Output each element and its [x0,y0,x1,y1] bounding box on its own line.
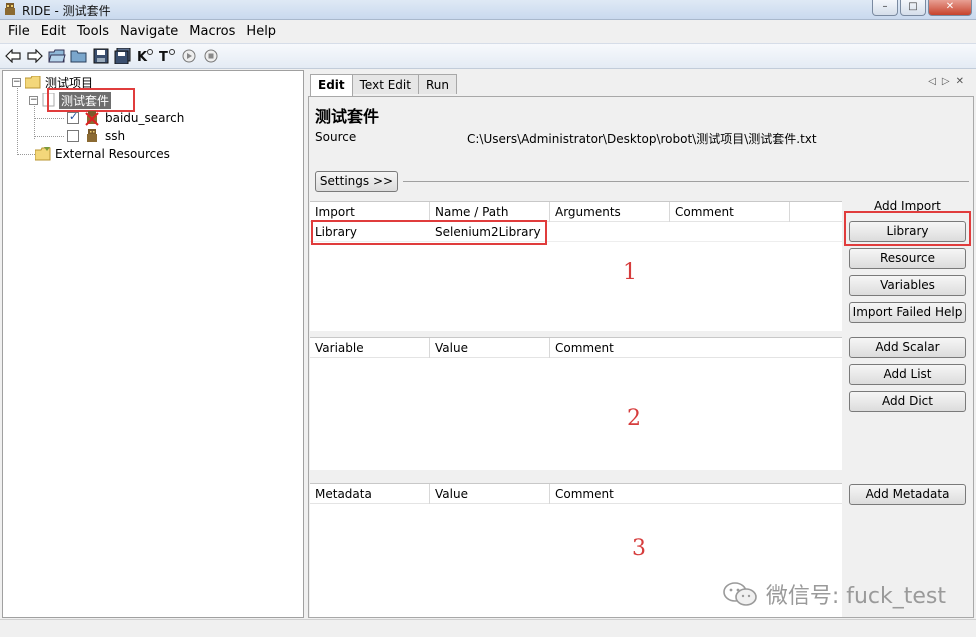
wechat-icon [723,582,757,606]
import-failed-help-button[interactable]: Import Failed Help [849,302,966,323]
column-header: Import [315,205,355,219]
variable-grid: Variable Value Comment 2 [310,337,842,470]
settings-button[interactable]: Settings >> [315,171,398,192]
svg-text:T: T [159,50,168,64]
menu-help[interactable]: Help [246,24,276,39]
column-header: Comment [555,341,614,355]
robot-icon [87,129,97,142]
project-tree: − 测试项目 − 测试套件 baidu_search ssh External … [2,70,304,618]
tree-item-label: baidu_search [105,111,185,125]
source-label: Source [315,130,357,144]
add-metadata-button[interactable]: Add Metadata [849,484,966,505]
watermark-text: 微信号: fuck_test [765,584,946,609]
import-grid-header: Import Name / Path Arguments Comment [310,202,842,222]
run-icon[interactable] [179,46,199,66]
save-all-icon[interactable] [113,46,133,66]
menu-edit[interactable]: Edit [41,24,66,39]
variable-grid-header: Variable Value Comment [310,338,842,358]
tree-item-label: External Resources [55,147,170,161]
toolbar: K T [0,43,976,69]
metadata-grid-header: Metadata Value Comment [310,484,842,504]
tree-item-external-resources[interactable]: External Resources [35,145,170,163]
tab-next-icon[interactable]: ▷ [942,76,956,87]
highlight-library-button-box [844,211,971,246]
failed-robot-icon [85,111,99,126]
back-icon[interactable] [3,46,23,66]
tab-edit[interactable]: Edit [310,74,353,96]
resource-button[interactable]: Resource [849,248,966,269]
annotation-number: 2 [627,406,641,431]
search-test-icon[interactable]: T [157,46,177,66]
column-header: Arguments [555,205,621,219]
collapse-toggle[interactable]: − [29,95,38,105]
add-list-button[interactable]: Add List [849,364,966,385]
tree-item-test[interactable]: baidu_search [67,109,184,127]
import-grid: Import Name / Path Arguments Comment Lib… [310,201,842,331]
annotation-number: 1 [623,260,637,285]
menu-tools[interactable]: Tools [77,24,109,39]
add-scalar-button[interactable]: Add Scalar [849,337,966,358]
forward-icon[interactable] [25,46,45,66]
menu-file[interactable]: File [8,24,30,39]
column-header: Comment [675,205,734,219]
stop-icon[interactable] [201,46,221,66]
status-bar [0,619,976,637]
collapse-toggle[interactable]: − [12,77,21,87]
minimize-button[interactable]: – [872,0,898,16]
tab-text-edit[interactable]: Text Edit [351,74,419,94]
column-header: Value [435,487,468,501]
editor-body: 测试套件 Source C:\Users\Administrator\Deskt… [308,96,974,618]
window-title: RIDE - 测试套件 [22,4,111,18]
highlight-import-row-box [311,220,547,245]
open-icon[interactable] [47,46,67,66]
test-checkbox[interactable] [67,130,79,142]
tab-navigation[interactable]: ◁▷✕ [928,76,970,87]
add-dict-button[interactable]: Add Dict [849,391,966,412]
title-bar: RIDE - 测试套件 – □ ✕ [0,0,976,20]
search-keyword-icon[interactable]: K [135,46,155,66]
column-header: Metadata [315,487,372,501]
save-icon[interactable] [91,46,111,66]
editor-tabs: Edit Text Edit Run [310,74,457,96]
column-header: Comment [555,487,614,501]
tab-run[interactable]: Run [417,74,457,94]
tab-close-icon[interactable]: ✕ [956,76,970,87]
close-button[interactable]: ✕ [928,0,972,16]
menu-macros[interactable]: Macros [189,24,235,39]
maximize-button[interactable]: □ [900,0,926,16]
variables-button[interactable]: Variables [849,275,966,296]
menu-bar: File Edit Tools Navigate Macros Help [0,21,976,42]
open-folder-icon[interactable] [69,46,89,66]
editor-panel: Edit Text Edit Run ◁▷✕ 测试套件 Source C:\Us… [306,70,976,618]
ride-robot-icon [5,3,15,15]
tree-item-test[interactable]: ssh [67,127,125,145]
watermark: 微信号: fuck_test [722,578,946,610]
external-folder-icon [35,147,51,161]
column-header: Variable [315,341,364,355]
menu-navigate[interactable]: Navigate [120,24,178,39]
column-header: Value [435,341,468,355]
suite-title: 测试套件 [315,107,380,126]
folder-icon [25,75,41,88]
tab-prev-icon[interactable]: ◁ [928,76,942,87]
source-path: C:\Users\Administrator\Desktop\robot\测试项… [467,132,817,146]
column-header: Name / Path [435,205,509,219]
test-checkbox[interactable] [67,110,79,124]
svg-text:K: K [137,50,148,64]
tree-item-label: ssh [105,129,126,143]
annotation-number: 3 [632,536,646,561]
